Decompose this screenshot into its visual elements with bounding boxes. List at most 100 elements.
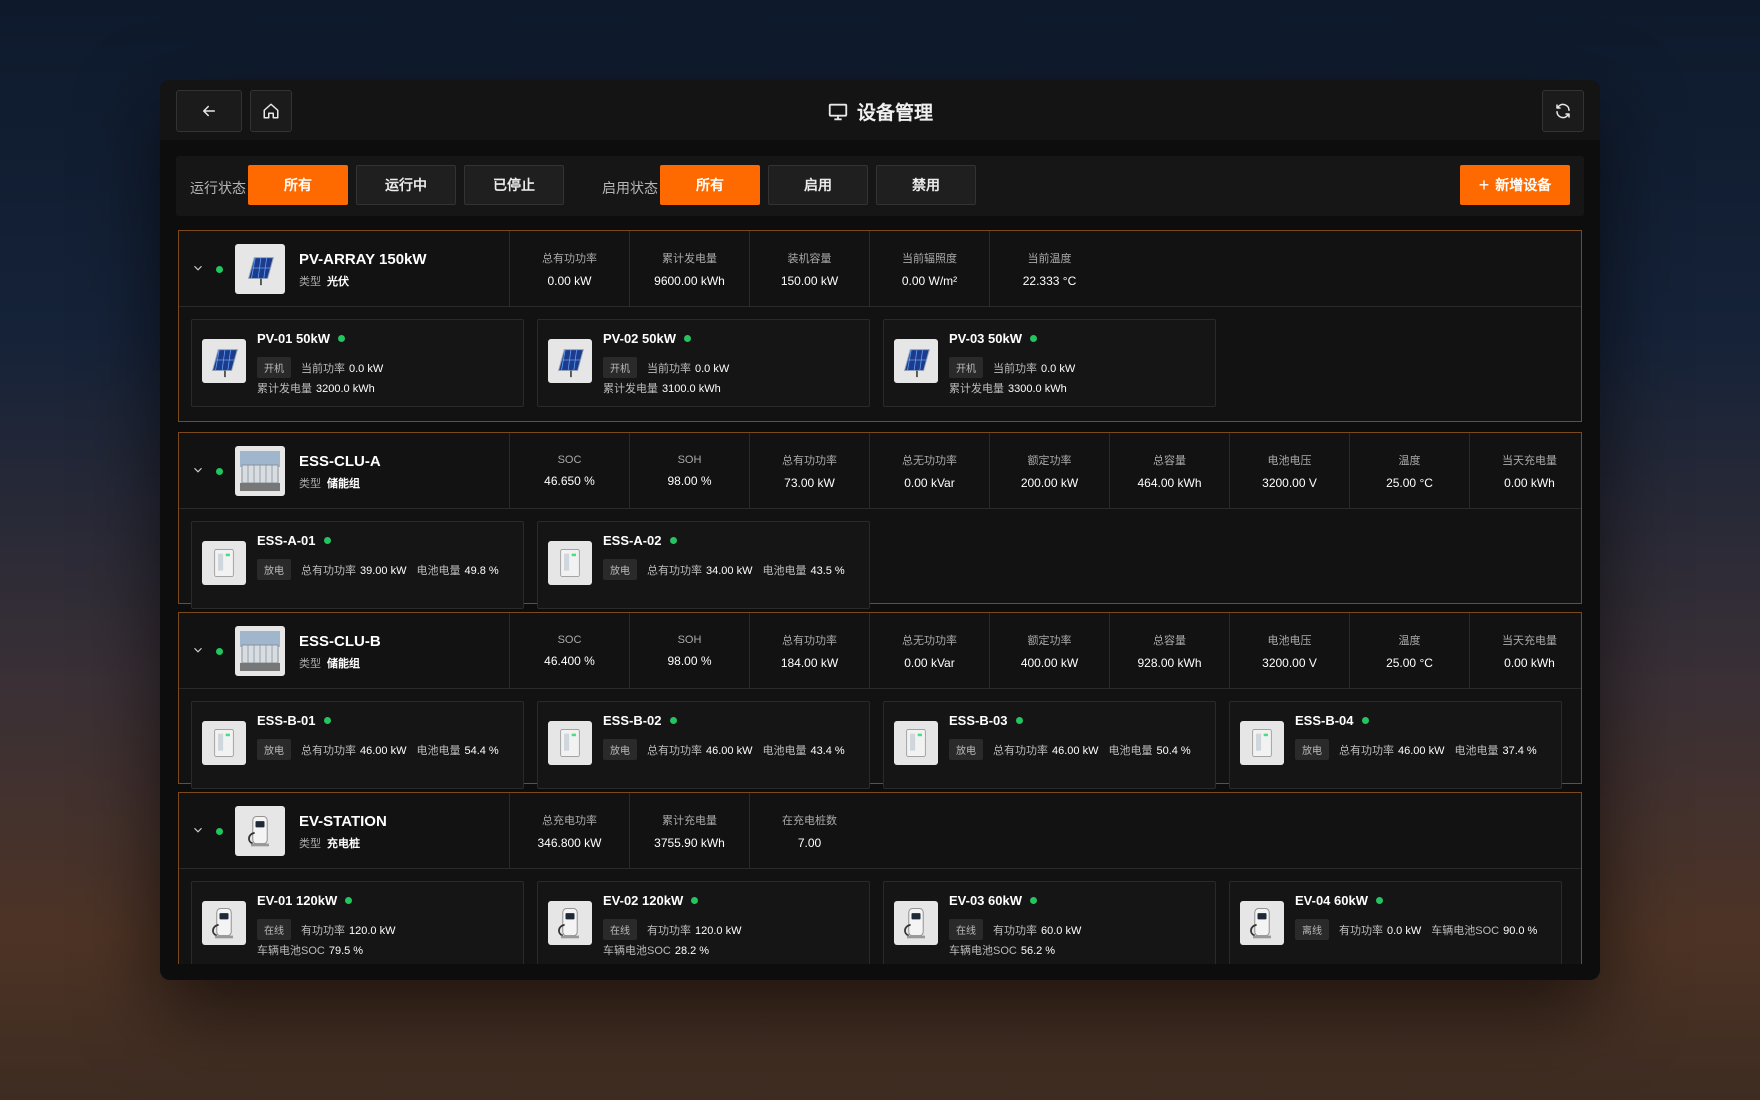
metric-label: 当天充电量 (1502, 635, 1557, 647)
device-name: ESS-B-01 (257, 713, 331, 728)
device-card[interactable]: ESS-A-02 放电 总有功功率 34.00 kW 电池电量 43.5 % (537, 521, 870, 609)
metric-label: 总无功功率 (902, 455, 957, 467)
device-name: EV-03 60kW (949, 893, 1037, 908)
stat-value: 28.2 % (674, 945, 710, 957)
device-thumbnail (1240, 721, 1284, 765)
device-stat: 电池电量 54.4 % (416, 742, 498, 758)
device-card[interactable]: PV-01 50kW 开机 当前功率 0.0 kW 累计发电量 3200.0 kWh (191, 319, 524, 407)
metric-label: 总有功功率 (782, 635, 837, 647)
device-card[interactable]: PV-03 50kW 开机 当前功率 0.0 kW 累计发电量 3300.0 kWh (883, 319, 1216, 407)
device-card[interactable]: EV-04 60kW 离线 有功功率 0.0 kW 车辆电池SOC 90.0 % (1229, 881, 1562, 964)
device-name: EV-04 60kW (1295, 893, 1383, 908)
stat-label: 累计发电量 (603, 383, 658, 395)
device-card[interactable]: ESS-B-02 放电 总有功功率 46.00 kW 电池电量 43.4 % (537, 701, 870, 789)
metric-cell: 当天充电量 0.00 kWh (1469, 433, 1582, 509)
device-line-1: 在线 有功功率 120.0 kW (603, 919, 741, 940)
metric-value: 3200.00 V (1262, 656, 1317, 670)
device-name-text: ESS-A-01 (257, 533, 316, 548)
device-group: PV-ARRAY 150kW 类型 光伏 总有功功率 0.00 kW 累计发电量 9600.… (178, 230, 1582, 422)
device-card[interactable]: PV-02 50kW 开机 当前功率 0.0 kW 累计发电量 3100.0 kWh (537, 319, 870, 407)
group-type: 类型 充电桩 (299, 835, 360, 851)
device-group: EV-STATION 类型 充电桩 总充电功率 346.800 kW 累计充电量 3755.… (178, 792, 1582, 964)
metric-label: 累计充电量 (662, 815, 717, 827)
metric-value: 25.00 °C (1386, 476, 1433, 490)
status-tag: 开机 (949, 357, 983, 378)
top-bar: 设备管理 (160, 80, 1600, 140)
device-line-2: 累计发电量 3100.0 kWh (603, 380, 721, 396)
device-card[interactable]: EV-03 60kW 在线 有功功率 60.0 kW 车辆电池SOC 56.2 % (883, 881, 1216, 964)
metric-label: 电池电压 (1267, 455, 1312, 467)
metric-cell: 总有功功率 0.00 kW (509, 231, 629, 307)
device-card[interactable]: EV-01 120kW 在线 有功功率 120.0 kW 车辆电池SOC 79.5 % (191, 881, 524, 964)
metric-label: 电池电压 (1267, 635, 1312, 647)
group-type-label: 类型 (299, 478, 321, 490)
metric-value: 346.800 kW (537, 836, 602, 850)
metric-value: 200.00 kW (1020, 476, 1079, 490)
device-card[interactable]: ESS-B-03 放电 总有功功率 46.00 kW 电池电量 50.4 % (883, 701, 1216, 789)
stat-value: 120.0 kW (349, 924, 396, 937)
device-card[interactable]: EV-02 120kW 在线 有功功率 120.0 kW 车辆电池SOC 28.2 % (537, 881, 870, 964)
stat-value: 46.00 kW (706, 744, 753, 757)
device-thumbnail (202, 901, 246, 945)
status-tag: 在线 (603, 919, 637, 940)
refresh-button[interactable] (1542, 90, 1584, 132)
device-card[interactable]: ESS-B-04 放电 总有功功率 46.00 kW 电池电量 37.4 % (1229, 701, 1562, 789)
status-tag: 放电 (949, 739, 983, 760)
enable-filter-disabled[interactable]: 禁用 (876, 165, 976, 205)
status-tag: 放电 (257, 739, 291, 760)
stat-label: 电池电量 (416, 564, 461, 577)
device-name-text: ESS-B-03 (949, 713, 1008, 728)
device-card[interactable]: ESS-A-01 放电 总有功功率 39.00 kW 电池电量 49.8 % (191, 521, 524, 609)
device-thumbnail (548, 721, 592, 765)
metric-label: 总有功功率 (542, 253, 597, 265)
device-group: ESS-CLU-B 类型 储能组 SOC 46.400 % SOH 98.00 % 总有功功率… (178, 612, 1582, 789)
device-line-2: 车辆电池SOC 56.2 % (949, 942, 1055, 958)
metric-cell: 总容量 928.00 kWh (1109, 613, 1229, 689)
stat-label: 车辆电池SOC (949, 945, 1017, 957)
status-dot (684, 335, 691, 342)
metric-label: 当前辐照度 (902, 253, 957, 265)
metric-value: 464.00 kWh (1137, 476, 1202, 490)
run-filter-stopped[interactable]: 已停止 (464, 165, 564, 205)
chevron-down-icon[interactable] (191, 261, 205, 275)
enable-filter-all[interactable]: 所有 (660, 165, 760, 205)
metric-value: 0.00 kVar (904, 656, 955, 670)
chevron-down-icon[interactable] (191, 643, 205, 657)
metric-cell: 电池电压 3200.00 V (1229, 613, 1349, 689)
add-device-button[interactable]: + 新增设备 (1460, 165, 1570, 205)
group-header[interactable]: ESS-CLU-A 类型 储能组 SOC 46.650 % SOH 98.00 % 总有功功率… (179, 433, 1581, 509)
chevron-down-icon[interactable] (191, 823, 205, 837)
metric-cell: 额定功率 400.00 kW (989, 613, 1109, 689)
device-name: ESS-B-03 (949, 713, 1023, 728)
group-header[interactable]: PV-ARRAY 150kW 类型 光伏 总有功功率 0.00 kW 累计发电量 9600.… (179, 231, 1581, 307)
metric-value: 3755.90 kWh (654, 836, 725, 850)
device-card[interactable]: ESS-B-01 放电 总有功功率 46.00 kW 电池电量 54.4 % (191, 701, 524, 789)
device-thumbnail (548, 541, 592, 585)
group-header[interactable]: ESS-CLU-B 类型 储能组 SOC 46.400 % SOH 98.00 % 总有功功率… (179, 613, 1581, 689)
device-thumbnail (202, 541, 246, 585)
chevron-down-icon[interactable] (191, 463, 205, 477)
filter-bar: 运行状态 所有 运行中 已停止 启用状态 所有 启用 禁用 + 新增设备 (176, 156, 1584, 216)
status-dot (1030, 897, 1037, 904)
solar-panel-thumbnail (235, 244, 285, 294)
metric-value: 7.00 (797, 836, 822, 850)
group-type-value: 充电桩 (327, 838, 360, 850)
device-stat: 电池电量 43.4 % (762, 742, 844, 758)
group-header[interactable]: EV-STATION 类型 充电桩 总充电功率 346.800 kW 累计充电量 3755.… (179, 793, 1581, 869)
metric-cell: 总容量 464.00 kWh (1109, 433, 1229, 509)
metric-label: 额定功率 (1027, 635, 1072, 647)
run-filter-running[interactable]: 运行中 (356, 165, 456, 205)
status-tag: 放电 (603, 739, 637, 760)
stat-value: 43.4 % (810, 744, 845, 757)
stat-label: 电池电量 (762, 744, 807, 757)
enable-filter-enabled[interactable]: 启用 (768, 165, 868, 205)
group-type: 类型 光伏 (299, 273, 349, 289)
metric-value: 73.00 kW (784, 476, 835, 490)
group-metrics: SOC 46.400 % SOH 98.00 % 总有功功率 184.00 kW 总无功功率… (509, 613, 1582, 689)
device-name-text: EV-01 120kW (257, 893, 338, 908)
group-name: ESS-CLU-B (299, 633, 381, 650)
stat-label: 当前功率 (301, 362, 345, 375)
run-filter-all[interactable]: 所有 (248, 165, 348, 205)
device-stat: 总有功功率 46.00 kW (647, 742, 752, 758)
device-thumbnail (202, 339, 246, 383)
